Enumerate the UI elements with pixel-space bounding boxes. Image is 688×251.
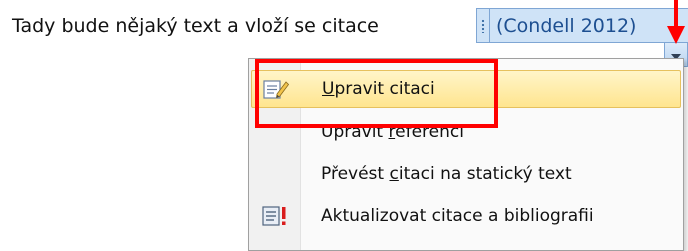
menu-label-convert-citation: Převést citaci na statický text — [321, 164, 572, 184]
drag-handle-icon[interactable] — [477, 9, 490, 42]
menu-icon-placeholder — [251, 155, 299, 193]
highlight-box — [255, 59, 498, 128]
document-text-line: Tady bude nějaký text a vloží se citace — [12, 15, 379, 37]
menu-label-update-citations: Aktualizovat citace a bibliografii — [321, 206, 594, 226]
citation-content-control[interactable]: (Condell 2012) — [476, 8, 688, 43]
update-citations-icon — [251, 197, 299, 235]
menu-item-convert-citation[interactable]: Převést citaci na statický text — [251, 155, 681, 193]
red-down-arrow-icon — [667, 0, 685, 44]
menu-item-update-citations[interactable]: Aktualizovat citace a bibliografii — [251, 197, 681, 235]
citation-text[interactable]: (Condell 2012) — [490, 15, 636, 37]
